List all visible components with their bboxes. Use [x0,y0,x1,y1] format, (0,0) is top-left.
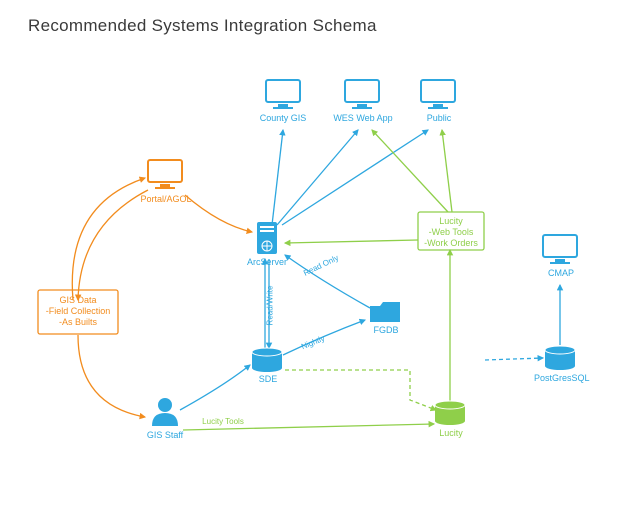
monitor-icon [543,235,577,264]
db-icon [545,346,575,370]
diagram-svg [0,0,640,505]
node-label: GIS Data -Field Collection -As Builts [41,295,115,328]
monitor-icon [266,80,300,109]
node-label: ArcServer [246,257,288,268]
monitor-icon [421,80,455,109]
node-label: PostGresSQL [534,373,588,384]
node-label: CMAP [546,268,576,279]
node-label: County GIS [258,113,308,124]
node-label: Portal/AGOL [140,194,192,205]
person-icon [152,398,178,426]
node-label: Lucity [438,428,464,439]
node-label: GIS Staff [145,430,185,441]
folder-icon [370,302,400,322]
monitor-icon [148,160,182,189]
db-icon [435,401,465,425]
monitor-icon [345,80,379,109]
diagram-canvas: Recommended Systems Integration Schema [0,0,640,505]
node-label: SDE [258,374,278,385]
server-icon [257,222,277,254]
edge-label: Lucity Tools [200,416,246,427]
node-icons [38,80,577,426]
node-label: Public [423,113,455,124]
node-label: WES Web App [332,113,394,124]
edge-label: Read/Write [265,281,276,331]
node-label: FGDB [373,325,399,336]
node-label: Lucity -Web Tools -Work Orders [421,216,481,249]
edges [72,130,560,430]
db-icon [252,348,282,372]
